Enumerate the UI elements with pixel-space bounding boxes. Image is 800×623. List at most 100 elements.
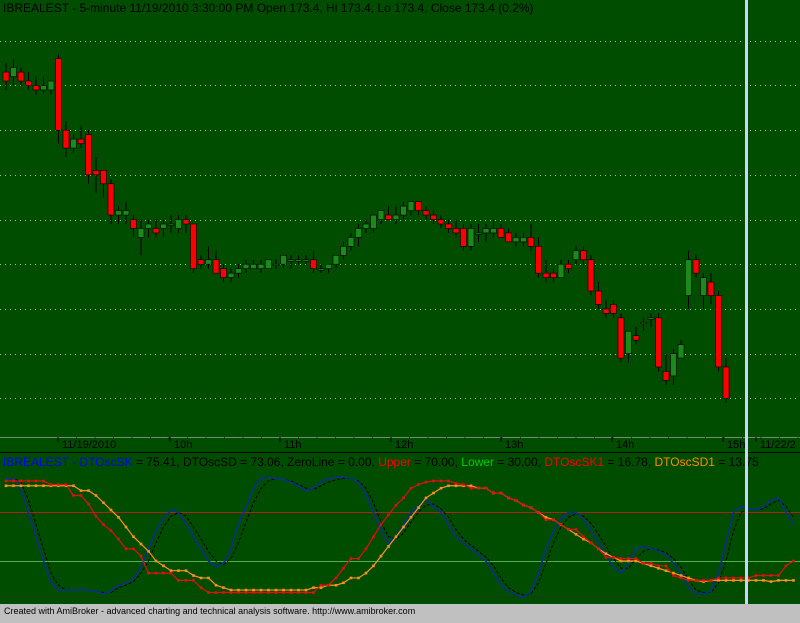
candle-body-up [685, 259, 692, 296]
dtosc-sk1-marker [792, 559, 795, 563]
dtosc-sk1-marker [402, 496, 405, 500]
dtosc-sk1-marker [642, 562, 645, 565]
dtosc-sk1-marker [222, 591, 225, 594]
dtosc-sd1-marker [214, 583, 218, 587]
candle-body-up [160, 223, 167, 229]
dtosc-sd1-marker [762, 579, 765, 582]
dtosc-sk1-marker [507, 496, 510, 500]
dtosc-sd1-marker [109, 508, 113, 512]
dtosc-sd1-marker [754, 579, 758, 582]
dtosc-sk1-marker [627, 557, 630, 560]
candle-body-up [70, 138, 77, 149]
dtosc-sk1-marker [244, 591, 248, 594]
candle-body-down [452, 228, 460, 234]
dtosc-sk1-marker [559, 523, 563, 526]
candle-body-down [580, 250, 587, 261]
dtosc-sd1-marker [469, 484, 473, 488]
dtosc-sd1-marker [334, 583, 338, 587]
candle-body-up [302, 259, 310, 262]
candle-body-down [62, 129, 70, 149]
dtosc-sd1-marker [439, 486, 443, 490]
dtosc-sd1-marker [769, 580, 773, 583]
dtosc-sd1-marker [117, 516, 120, 519]
price-panel-background[interactable] [0, 0, 800, 436]
candle-body-down [542, 272, 550, 278]
dtosc-sd1-marker [79, 489, 83, 492]
indicator-panel-background[interactable] [0, 452, 800, 604]
dtosc-sk1-marker [724, 576, 728, 580]
legend-part: DTOscSK1 [544, 455, 604, 469]
cursor-line[interactable] [745, 0, 748, 604]
candle-body-down [100, 170, 107, 185]
dtosc-sd1-marker [394, 535, 398, 539]
dtosc-sk1-marker [154, 571, 158, 575]
dtosc-sk1-marker [672, 574, 675, 577]
dtosc-sd1-marker [94, 494, 98, 497]
dtosc-sk1-marker [304, 591, 308, 594]
dtosc-sd1-marker [417, 506, 420, 509]
dtosc-sk1-marker [499, 491, 503, 495]
footer-credit[interactable]: Created with AmiBroker - advanced charti… [4, 606, 415, 616]
chart-window: IBREALEST - 5-minute 11/19/2010 3:30:00 … [0, 0, 800, 618]
dtosc-sk1-marker [297, 591, 300, 594]
dtosc-sk1-marker [64, 483, 68, 486]
candle-body-down [130, 219, 137, 229]
dtosc-sd1-marker [679, 574, 683, 577]
dtosc-sd1-marker [454, 484, 458, 488]
dtosc-sk1-marker [72, 494, 75, 497]
candle-body-up [392, 214, 400, 220]
candle-body-down [602, 308, 610, 314]
candle-body-up [280, 254, 287, 265]
candle-body-down [310, 259, 317, 269]
dtosc-sd1-marker [207, 576, 210, 580]
dtosc-sd1-marker [192, 574, 195, 577]
candle-body-down [617, 317, 625, 359]
dtosc-sk1-marker [597, 547, 600, 551]
candle-body-down [220, 268, 227, 278]
dtosc-sd1-marker [162, 564, 165, 568]
time-label-15h: 15h [727, 439, 745, 451]
candle-body-down [55, 58, 62, 131]
dtosc-sk1-marker [754, 574, 758, 577]
dtosc-sk1-marker [582, 535, 585, 539]
dtosc-sd1-marker [19, 484, 23, 488]
dtosc-sk1-marker [237, 591, 240, 594]
dtosc-sd1-marker [634, 559, 638, 563]
dtosc-sk1-marker [394, 503, 398, 507]
candle-body-up [287, 259, 295, 262]
dtosc-sk1-marker [447, 479, 450, 483]
dtosc-sd1-marker [649, 564, 653, 568]
dtosc-sd1-marker [724, 579, 728, 582]
dtosc-sd1-marker [657, 566, 660, 570]
legend-part: IBREALEST - [3, 455, 79, 469]
dtosc-sk1-marker [169, 571, 173, 575]
dtosc-sk1-marker [312, 591, 315, 594]
dtosc-sk1-marker [117, 537, 120, 541]
dtosc-sd1-marker [544, 516, 548, 519]
dtosc-sd1-marker [289, 588, 293, 592]
dtosc-sd1-marker [177, 569, 180, 572]
dtosc-sk1-marker [409, 486, 413, 490]
dtosc-sk1-marker [439, 479, 443, 483]
dtosc-sk1-marker [214, 591, 218, 594]
candle-body-down [92, 170, 100, 176]
candle-body-down [385, 214, 392, 220]
candle-body-up [257, 263, 265, 269]
dtosc-sk1-marker [679, 576, 683, 580]
dtosc-sk1-marker [432, 479, 435, 483]
dtosc-sk1-marker [132, 547, 135, 551]
dtosc-sd1-marker [34, 484, 38, 488]
dtosc-sk1-marker [424, 480, 428, 484]
dtosc-sk1-marker [79, 494, 83, 497]
dtosc-sk1-marker [102, 523, 105, 526]
dtosc-sk1-marker [702, 579, 705, 582]
time-label-10h: 10h [174, 439, 192, 451]
candle-body-up [512, 237, 520, 243]
dtosc-sk1-marker [49, 483, 53, 486]
candle-body-down [415, 201, 422, 211]
dtosc-sd1-marker [222, 586, 225, 589]
candle-body-down [707, 281, 715, 296]
dtosc-sd1-marker [432, 491, 435, 495]
candle-body-down [437, 219, 445, 225]
dtosc-sk1-marker [207, 591, 210, 594]
